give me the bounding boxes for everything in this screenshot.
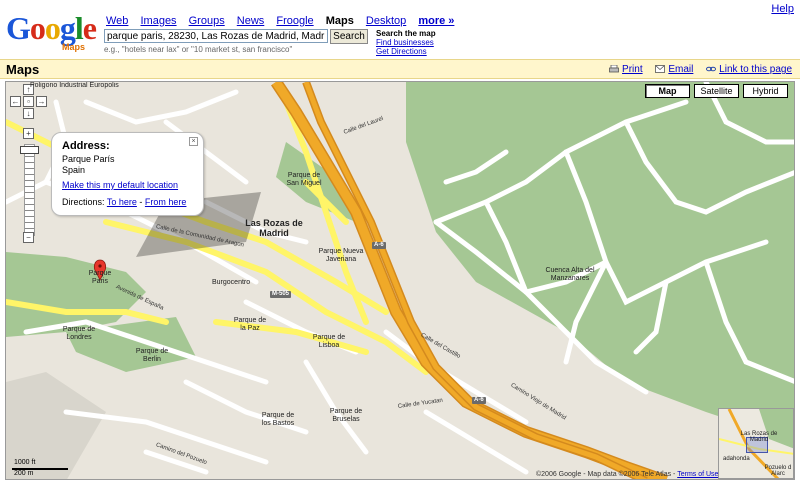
get-directions-link[interactable]: Get Directions [376, 47, 436, 56]
map-canvas[interactable]: Map Satellite Hybrid ↑ ← ▫ → ↓ + − Polig… [5, 81, 795, 480]
overview-label-majadahonda: adahonda [723, 456, 750, 462]
print-link[interactable]: Print [622, 64, 643, 75]
logo-wordmark: Google [6, 10, 97, 46]
help-link[interactable]: Help [771, 3, 794, 15]
overview-label-las-rozas: Las Rozas de Madrid [740, 431, 778, 443]
scale-metric-label: 200 m [14, 470, 34, 477]
directions-separator: - [139, 197, 143, 207]
search-button[interactable]: Search [330, 29, 368, 44]
marker-label: Parque Paris [88, 270, 112, 285]
link-action[interactable]: Link to this page [706, 64, 792, 75]
map-scale-bar: 1000 ft 200 m [12, 459, 72, 479]
label-parque-san-miguel: Parque de San Miguel [286, 172, 322, 187]
zoom-out-button[interactable]: − [23, 232, 34, 243]
nav-news[interactable]: News [237, 15, 265, 27]
nav-more[interactable]: more » [418, 15, 454, 27]
zoom-slider-track[interactable] [24, 144, 35, 236]
label-parque-nueva-javeriana: Parque Nueva Javeriana [318, 248, 364, 263]
link-to-page[interactable]: Link to this page [719, 64, 792, 75]
nav-desktop[interactable]: Desktop [366, 15, 406, 27]
nav-maps-current: Maps [325, 15, 354, 27]
road-shield-a6-north: A-6 [372, 242, 386, 249]
label-poligono: Poligono Industrial Europolis [30, 82, 119, 89]
search-example-hint: e.g., "hotels near lax" or "10 market st… [104, 45, 293, 54]
find-businesses-link[interactable]: Find businesses [376, 38, 436, 47]
nav-groups[interactable]: Groups [189, 15, 225, 27]
directions-row: Directions: To here - From here [62, 197, 193, 208]
printer-icon [609, 65, 619, 73]
label-parque-lisboa: Parque de Lisboa [312, 334, 346, 349]
scale-imperial-label: 1000 ft [14, 459, 36, 466]
directions-label: Directions: [62, 197, 105, 207]
chain-link-icon [706, 66, 717, 72]
label-parque-bruselas: Parque de Bruselas [329, 408, 363, 423]
label-bastos: Parque de los Bastos [261, 412, 295, 427]
email-action[interactable]: Email [655, 64, 696, 75]
label-parque-la-paz: Parque de la Paz [233, 317, 267, 332]
info-window: × Address: Parque París Spain Make this … [51, 132, 204, 216]
copyright-text: ©2006 Google - Map data ©2006 Tele Atlas… [536, 471, 676, 478]
zoom-slider-handle[interactable] [20, 146, 39, 154]
label-parque-londres: Parque de Londres [62, 326, 96, 341]
info-address-line2: Spain [62, 165, 86, 175]
google-maps-logo[interactable]: Google Maps [6, 12, 98, 52]
nav-web[interactable]: Web [106, 15, 128, 27]
top-navigation: Web Images Groups News Froogle Maps Desk… [106, 15, 463, 27]
overview-label-pozuelo: Pozuelo d Alarc [764, 465, 792, 477]
pan-east-button[interactable]: → [36, 96, 47, 107]
search-the-map-label: Search the map [376, 29, 436, 38]
page-title: Maps [6, 62, 40, 77]
envelope-icon [655, 65, 666, 73]
label-cuenca-alta: Cuenca Alta del Manzanares [545, 267, 595, 282]
logo-maps-subtitle: Maps [62, 42, 86, 52]
terms-of-use-link[interactable]: Terms of Use [677, 471, 718, 478]
label-burgocentro: Burgocentro [212, 279, 251, 286]
directions-from-here-link[interactable]: From here [145, 197, 187, 207]
make-default-location-link[interactable]: Make this my default location [62, 180, 193, 191]
print-action[interactable]: Print [609, 64, 645, 75]
info-window-close-button[interactable]: × [189, 137, 198, 146]
directions-to-here-link[interactable]: To here [107, 197, 137, 207]
overview-map[interactable]: Las Rozas de Madrid adahonda Pozuelo d A… [718, 408, 794, 479]
search-input[interactable] [104, 29, 328, 43]
map-copyright: ©2006 Google - Map data ©2006 Tele Atlas… [536, 471, 718, 478]
info-address-line1: Parque París [62, 154, 115, 164]
map-type-satellite-button[interactable]: Satellite [694, 84, 739, 98]
road-shield-a6-south: A-6 [472, 397, 486, 404]
pan-center-button[interactable]: ▫ [23, 96, 34, 107]
label-las-rozas: Las Rozas de Madrid [245, 218, 303, 238]
nav-froogle[interactable]: Froogle [276, 15, 313, 27]
info-address-heading: Address: [62, 140, 110, 152]
search-links: Search the map Find businesses Get Direc… [376, 29, 436, 56]
pan-west-button[interactable]: ← [10, 96, 21, 107]
road-shield-m505: M-505 [270, 291, 292, 298]
zoom-in-button[interactable]: + [23, 128, 34, 139]
title-bar: Maps Print Email Link to this page [0, 59, 800, 79]
map-type-hybrid-button[interactable]: Hybrid [743, 84, 788, 98]
map-type-map-button[interactable]: Map [645, 84, 690, 98]
nav-images[interactable]: Images [140, 15, 176, 27]
label-parque-berlin: Parque de Berlin [135, 348, 169, 363]
email-link[interactable]: Email [668, 64, 693, 75]
pan-south-button[interactable]: ↓ [23, 108, 34, 119]
